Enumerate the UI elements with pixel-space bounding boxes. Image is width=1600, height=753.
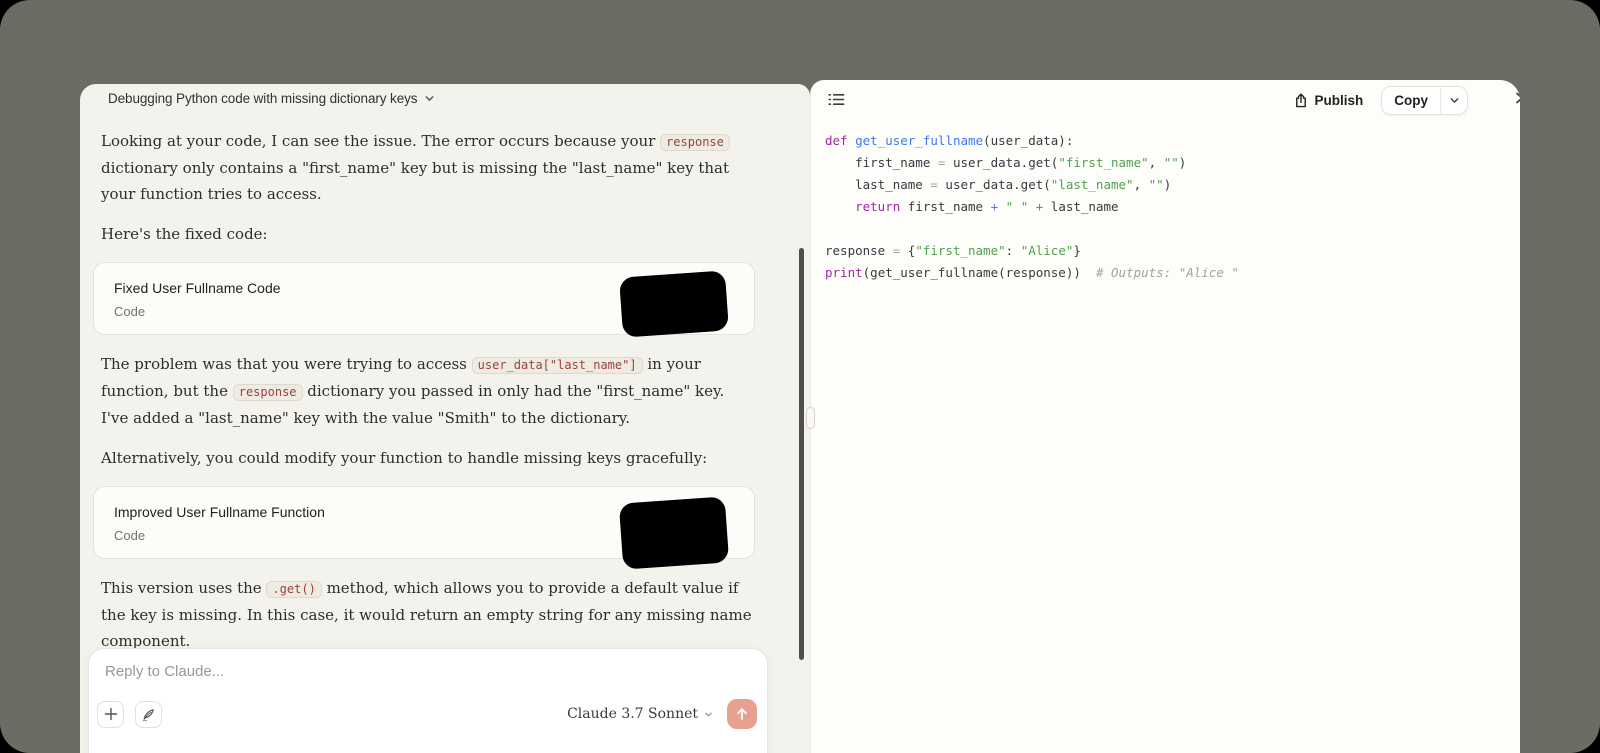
chevron-down-icon (1449, 95, 1460, 106)
conversation-title-menu[interactable]: Debugging Python code with missing dicti… (108, 89, 435, 107)
artifact-card[interactable]: Improved User Fullname FunctionCode (93, 486, 755, 559)
chat-scrollbar[interactable] (799, 248, 804, 660)
code-line: return first_name + " " + last_name (825, 196, 1239, 218)
redacted-preview (619, 496, 729, 569)
panel-resize-handle[interactable] (806, 407, 815, 429)
code-line: print(get_user_fullname(response)) # Out… (825, 262, 1239, 284)
copy-split-button: Copy (1381, 86, 1468, 115)
artifact-list-button[interactable] (823, 86, 849, 112)
copy-button[interactable]: Copy (1382, 87, 1440, 114)
model-selector[interactable]: Claude 3.7 Sonnet (567, 706, 713, 722)
artifact-code: def get_user_fullname(user_data): first_… (825, 130, 1239, 284)
message-composer[interactable]: Reply to Claude... (88, 648, 768, 753)
list-icon (828, 92, 845, 107)
artifact-panel: Publish Copy def get_user_fullname(user_… (810, 80, 1520, 753)
chevron-down-icon (424, 93, 435, 104)
inline-code: user_data["last_name"] (472, 357, 643, 374)
artifact-toolbar: Publish Copy (1294, 85, 1468, 115)
code-line: def get_user_fullname(user_data): (825, 130, 1239, 152)
conversation-title: Debugging Python code with missing dicti… (108, 91, 417, 106)
chat-paragraph: This version uses the .get() method, whi… (101, 575, 755, 654)
composer-input[interactable]: Reply to Claude... (105, 663, 224, 680)
chat-paragraph: Alternatively, you could modify your fun… (101, 445, 755, 471)
writing-style-button[interactable] (135, 701, 162, 728)
publish-button[interactable]: Publish (1294, 93, 1363, 108)
inline-code: response (233, 384, 303, 401)
composer-toolbar: Claude 3.7 Sonnet (97, 699, 757, 729)
app-window: Debugging Python code with missing dicti… (0, 0, 1600, 753)
redacted-preview (619, 270, 729, 337)
send-button[interactable] (727, 699, 757, 729)
chat-panel: Debugging Python code with missing dicti… (80, 84, 810, 753)
share-icon (1294, 93, 1308, 108)
code-line: response = {"first_name": "Alice"} (825, 240, 1239, 262)
artifact-card[interactable]: Fixed User Fullname CodeCode (93, 262, 755, 335)
publish-label: Publish (1314, 93, 1363, 108)
inline-code: .get() (266, 581, 321, 598)
arrow-up-icon (735, 707, 749, 721)
copy-label: Copy (1394, 93, 1428, 108)
assistant-message: Looking at your code, I can see the issu… (101, 128, 755, 668)
chevron-down-icon (704, 710, 713, 719)
attach-button[interactable] (97, 701, 124, 728)
inline-code: response (660, 134, 730, 151)
quill-icon (141, 707, 156, 722)
chat-paragraph: Here's the fixed code: (101, 221, 755, 247)
code-line: first_name = user_data.get("first_name",… (825, 152, 1239, 174)
chat-paragraph: The problem was that you were trying to … (101, 351, 755, 431)
chevron-right-icon[interactable] (1512, 91, 1520, 105)
code-line (825, 218, 1239, 240)
plus-icon (104, 707, 118, 721)
copy-dropdown-button[interactable] (1441, 87, 1467, 114)
model-name: Claude 3.7 Sonnet (567, 706, 698, 722)
code-line: last_name = user_data.get("last_name", "… (825, 174, 1239, 196)
chat-paragraph: Looking at your code, I can see the issu… (101, 128, 755, 207)
